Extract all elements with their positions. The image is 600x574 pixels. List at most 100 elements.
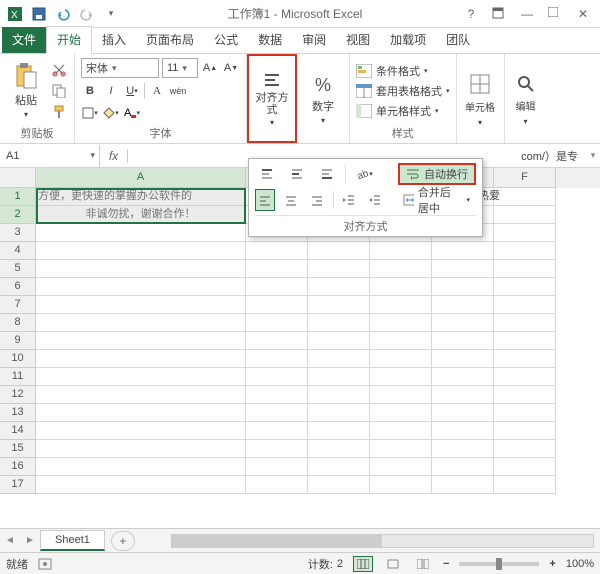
tab-review[interactable]: 审阅 — [292, 27, 336, 53]
cell[interactable] — [432, 260, 494, 278]
tab-file[interactable]: 文件 — [2, 27, 46, 53]
zoom-in-icon[interactable]: + — [549, 558, 555, 570]
cell[interactable] — [308, 404, 370, 422]
cell[interactable] — [370, 458, 432, 476]
cell[interactable] — [308, 332, 370, 350]
cell[interactable] — [432, 386, 494, 404]
cell[interactable] — [494, 368, 556, 386]
cell[interactable] — [246, 350, 308, 368]
tab-formulas[interactable]: 公式 — [204, 27, 248, 53]
italic-icon[interactable]: I — [102, 82, 120, 100]
row-header[interactable]: 17 — [0, 476, 36, 494]
cell[interactable] — [432, 242, 494, 260]
phonetic-icon[interactable]: wén — [169, 82, 187, 100]
ribbon-display-icon[interactable] — [492, 7, 506, 21]
close-icon[interactable]: ✕ — [576, 7, 590, 21]
cell[interactable] — [308, 422, 370, 440]
underline-icon[interactable]: U▾ — [123, 82, 141, 100]
row-header[interactable]: 8 — [0, 314, 36, 332]
cell[interactable] — [494, 188, 556, 206]
cell[interactable] — [494, 332, 556, 350]
align-middle-icon[interactable] — [285, 163, 309, 185]
cell[interactable] — [494, 422, 556, 440]
cell[interactable] — [36, 242, 246, 260]
cell[interactable] — [494, 404, 556, 422]
cell[interactable] — [308, 386, 370, 404]
cell[interactable] — [36, 404, 246, 422]
cell[interactable]: 方便，更快速的掌握办公软件的 — [36, 188, 246, 206]
cell[interactable] — [246, 404, 308, 422]
tab-insert[interactable]: 插入 — [92, 27, 136, 53]
increase-indent-icon[interactable] — [365, 189, 385, 211]
row-header[interactable]: 11 — [0, 368, 36, 386]
group-editing[interactable]: 编辑 ▾ — [505, 54, 547, 143]
cell[interactable] — [36, 458, 246, 476]
cell[interactable] — [370, 278, 432, 296]
cell[interactable] — [308, 296, 370, 314]
add-sheet-button[interactable]: + — [111, 531, 135, 551]
cell[interactable] — [308, 368, 370, 386]
cell[interactable] — [36, 296, 246, 314]
format-painter-icon[interactable] — [50, 103, 68, 121]
row-header[interactable]: 9 — [0, 332, 36, 350]
cell[interactable] — [494, 440, 556, 458]
cell[interactable] — [494, 278, 556, 296]
col-header[interactable]: A — [36, 168, 246, 188]
fx-icon[interactable]: fx — [100, 149, 128, 163]
cell[interactable] — [370, 476, 432, 494]
cell[interactable] — [36, 386, 246, 404]
view-page-layout-icon[interactable] — [383, 556, 403, 572]
row-header[interactable]: 15 — [0, 440, 36, 458]
cell[interactable] — [432, 332, 494, 350]
row-header[interactable]: 16 — [0, 458, 36, 476]
cell[interactable] — [370, 242, 432, 260]
cell[interactable] — [432, 422, 494, 440]
cell[interactable] — [246, 368, 308, 386]
view-normal-icon[interactable] — [353, 556, 373, 572]
copy-icon[interactable] — [50, 82, 68, 100]
bold-icon[interactable]: B — [81, 82, 99, 100]
group-alignment[interactable]: 对齐方式 ▾ — [247, 54, 297, 143]
font-effects-icon[interactable]: A — [148, 82, 166, 100]
cell[interactable] — [36, 314, 246, 332]
cell[interactable] — [494, 350, 556, 368]
align-center-icon[interactable] — [281, 189, 301, 211]
cell[interactable] — [246, 458, 308, 476]
cell[interactable] — [308, 278, 370, 296]
cell[interactable] — [308, 458, 370, 476]
cell[interactable] — [246, 296, 308, 314]
cell[interactable] — [494, 260, 556, 278]
cell[interactable] — [246, 314, 308, 332]
row-header[interactable]: 14 — [0, 422, 36, 440]
formula-expand-icon[interactable]: ▾ — [586, 150, 600, 161]
cell[interactable] — [494, 476, 556, 494]
cell[interactable] — [308, 242, 370, 260]
decrease-font-icon[interactable]: A▼ — [222, 59, 240, 77]
cell[interactable] — [36, 350, 246, 368]
cell[interactable] — [246, 386, 308, 404]
cell[interactable] — [494, 314, 556, 332]
zoom-slider[interactable] — [459, 562, 539, 566]
format-as-table-button[interactable]: 套用表格格式▾ — [356, 82, 450, 100]
redo-icon[interactable] — [78, 5, 96, 23]
cell[interactable] — [246, 278, 308, 296]
cell[interactable] — [370, 404, 432, 422]
cell[interactable] — [246, 242, 308, 260]
cell[interactable] — [494, 206, 556, 224]
cell[interactable] — [370, 296, 432, 314]
cell[interactable] — [246, 332, 308, 350]
align-left-icon[interactable] — [255, 189, 275, 211]
row-header[interactable]: 5 — [0, 260, 36, 278]
font-color-icon[interactable]: A▾ — [123, 104, 141, 122]
minimize-icon[interactable]: — — [520, 7, 534, 21]
row-header[interactable]: 3 — [0, 224, 36, 242]
row-header[interactable]: 12 — [0, 386, 36, 404]
cell[interactable] — [308, 260, 370, 278]
cell[interactable] — [36, 224, 246, 242]
tab-data[interactable]: 数据 — [248, 27, 292, 53]
increase-font-icon[interactable]: A▲ — [201, 59, 219, 77]
maximize-icon[interactable] — [548, 7, 562, 21]
cell[interactable] — [432, 314, 494, 332]
cell[interactable] — [36, 440, 246, 458]
row-header[interactable]: 13 — [0, 404, 36, 422]
